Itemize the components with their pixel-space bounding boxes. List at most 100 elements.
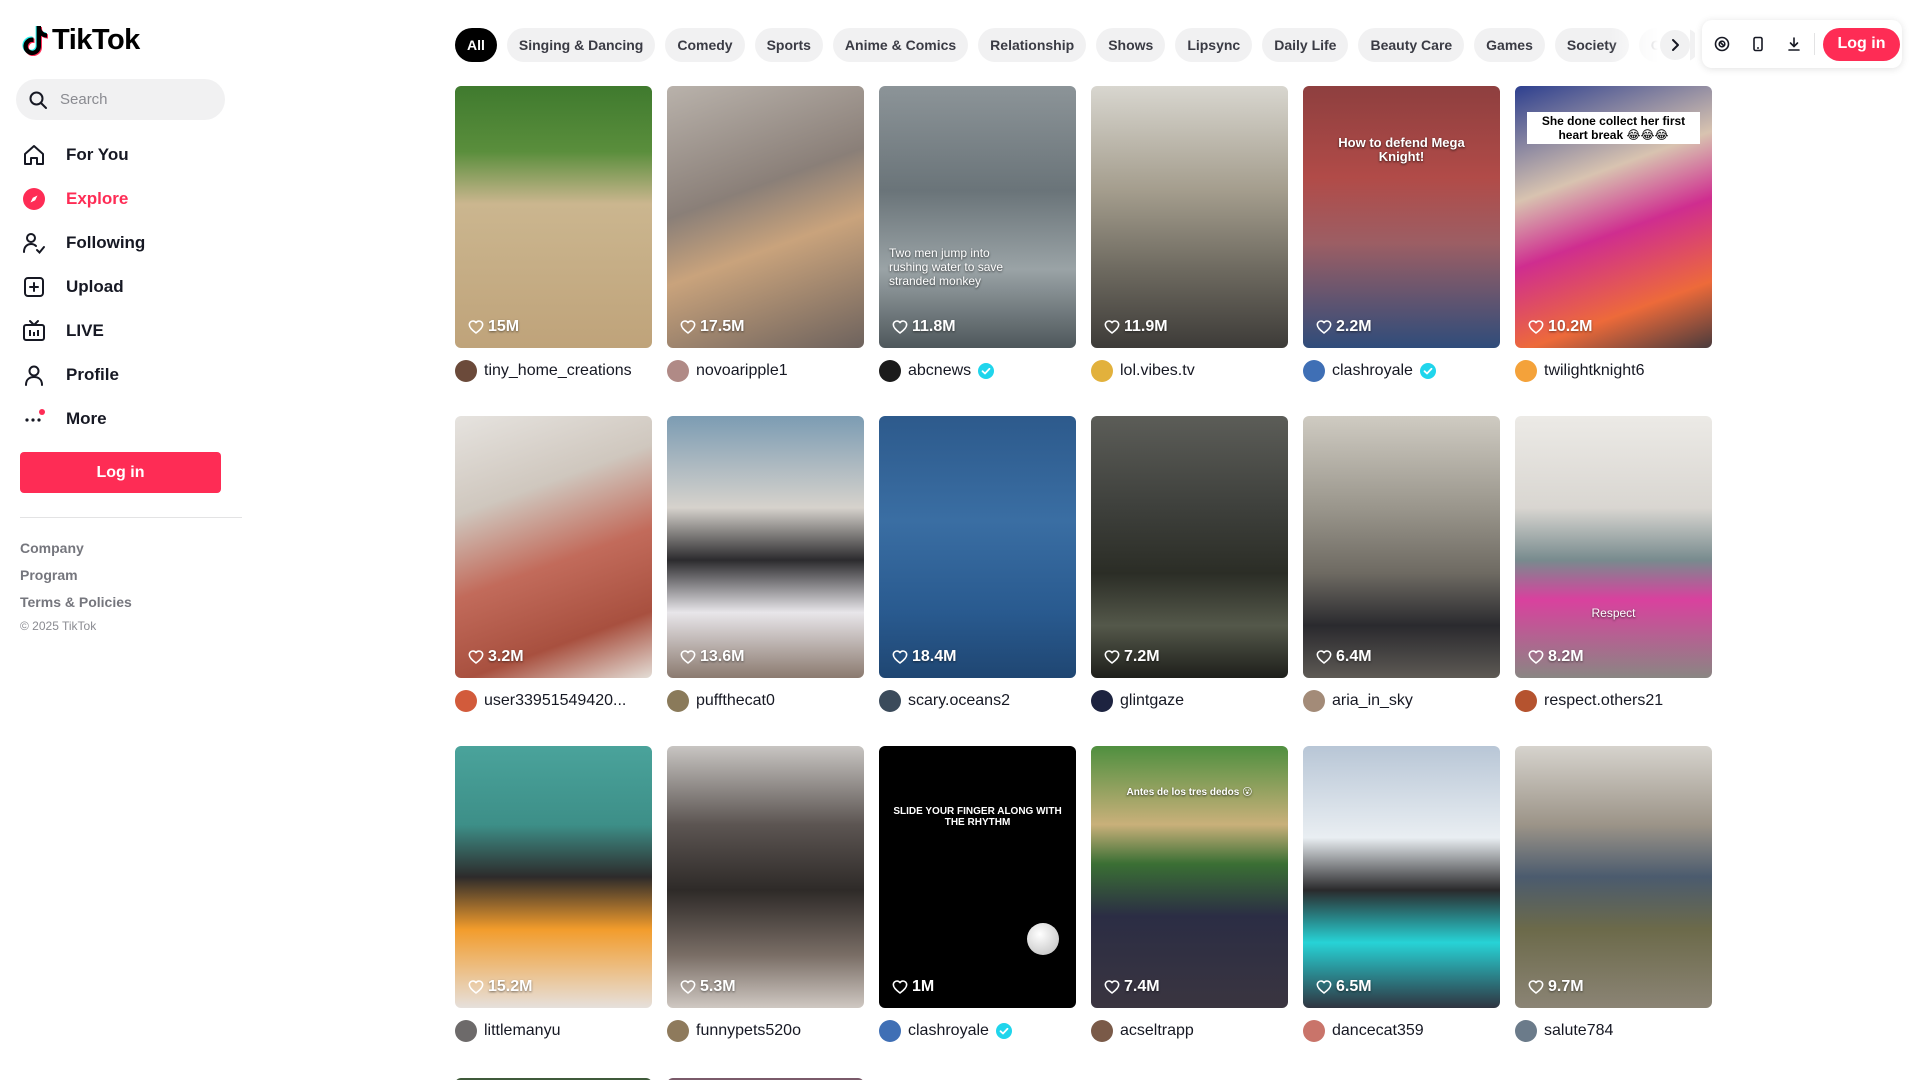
video-author[interactable]: salute784 (1515, 1020, 1712, 1042)
nav-profile[interactable]: Profile (20, 353, 225, 397)
nav-for-you[interactable]: For You (20, 133, 225, 177)
avatar[interactable] (455, 690, 477, 712)
author-name[interactable]: acseltrapp (1120, 1022, 1194, 1040)
author-name[interactable]: puffthecat0 (696, 692, 775, 710)
category-chip[interactable]: Relationship (978, 28, 1087, 62)
avatar[interactable] (667, 1020, 689, 1042)
video-thumbnail[interactable]: 15M (455, 86, 652, 348)
tiktok-logo[interactable]: TikTok (22, 24, 140, 57)
video-author[interactable]: scary.oceans2 (879, 690, 1076, 712)
category-chip[interactable]: All (455, 28, 497, 62)
nav-following[interactable]: Following (20, 221, 225, 265)
download-button[interactable] (1778, 28, 1810, 60)
author-name[interactable]: dancecat359 (1332, 1022, 1424, 1040)
video-thumbnail[interactable]: Respect 8.2M (1515, 416, 1712, 678)
author-name[interactable]: scary.oceans2 (908, 692, 1010, 710)
category-chip[interactable]: Anime & Comics (832, 28, 969, 62)
video-author[interactable]: tiny_home_creations (455, 360, 652, 382)
app-button[interactable] (1742, 28, 1774, 60)
video-thumbnail[interactable]: 15.2M (455, 746, 652, 1008)
avatar[interactable] (1303, 360, 1325, 382)
footer-link-program[interactable]: Program (20, 561, 132, 588)
avatar[interactable] (879, 690, 901, 712)
coins-button[interactable] (1706, 28, 1738, 60)
footer-link-company[interactable]: Company (20, 534, 132, 561)
category-chip[interactable]: Beauty Care (1358, 28, 1465, 62)
video-thumbnail[interactable]: 9.7M (1515, 746, 1712, 1008)
video-author[interactable]: dancecat359 (1303, 1020, 1500, 1042)
author-name[interactable]: clashroyale (1332, 362, 1413, 380)
video-thumbnail[interactable]: 6.5M (1303, 746, 1500, 1008)
avatar[interactable] (1091, 1020, 1113, 1042)
avatar[interactable] (667, 690, 689, 712)
category-chip[interactable]: Daily Life (1262, 28, 1349, 62)
video-thumbnail[interactable]: She done collect her first heart break 😂… (1515, 86, 1712, 348)
category-chip[interactable]: Singing & Dancing (506, 28, 656, 62)
avatar[interactable] (667, 360, 689, 382)
video-thumbnail[interactable]: 3.2M (455, 416, 652, 678)
nav-live[interactable]: LIVE (20, 309, 225, 353)
video-card[interactable]: 18.4M scary.oceans2 (879, 416, 1076, 746)
video-author[interactable]: novoaripple1 (667, 360, 864, 382)
video-author[interactable]: littlemanyu (455, 1020, 652, 1042)
author-name[interactable]: novoaripple1 (696, 362, 788, 380)
video-author[interactable]: glintgaze (1091, 690, 1288, 712)
search-input[interactable] (60, 91, 210, 108)
avatar[interactable] (1091, 690, 1113, 712)
author-name[interactable]: glintgaze (1120, 692, 1184, 710)
video-card[interactable]: Two men jump into rushing water to save … (879, 86, 1076, 416)
video-thumbnail[interactable]: SLIDE YOUR FINGER ALONG WITH THE RHYTHM 1… (879, 746, 1076, 1008)
video-card[interactable]: 5.3M funnypets520o (667, 746, 864, 1076)
video-author[interactable]: aria_in_sky (1303, 690, 1500, 712)
avatar[interactable] (1515, 360, 1537, 382)
nav-explore[interactable]: Explore (20, 177, 225, 221)
video-card[interactable]: How to defend Mega Knight! 2.2M clashroyal… (1303, 86, 1500, 416)
video-thumbnail[interactable]: 5.3M (667, 746, 864, 1008)
video-card[interactable]: 13.6M puffthecat0 (667, 416, 864, 746)
video-thumbnail[interactable]: 7.2M (1091, 416, 1288, 678)
author-name[interactable]: respect.others21 (1544, 692, 1663, 710)
video-author[interactable]: user33951549420... (455, 690, 652, 712)
author-name[interactable]: salute784 (1544, 1022, 1613, 1040)
category-chip[interactable]: Lipsync (1175, 28, 1253, 62)
video-card[interactable]: She done collect her first heart break 😂… (1515, 86, 1712, 416)
video-thumbnail[interactable]: 18.4M (879, 416, 1076, 678)
author-name[interactable]: lol.vibes.tv (1120, 362, 1195, 380)
video-author[interactable]: twilightknight6 (1515, 360, 1712, 382)
avatar[interactable] (879, 1020, 901, 1042)
avatar[interactable] (1303, 1020, 1325, 1042)
video-card[interactable]: Respect 8.2M respect.others21 (1515, 416, 1712, 746)
avatar[interactable] (1515, 690, 1537, 712)
sidebar-login-button[interactable]: Log in (20, 452, 221, 493)
category-chip[interactable]: Shows (1096, 28, 1166, 62)
author-name[interactable]: twilightknight6 (1544, 362, 1645, 380)
header-login-button[interactable]: Log in (1823, 27, 1900, 61)
video-thumbnail[interactable]: 6.4M (1303, 416, 1500, 678)
category-chip[interactable]: Sports (754, 28, 823, 62)
video-author[interactable]: lol.vibes.tv (1091, 360, 1288, 382)
video-card[interactable]: 7.2M glintgaze (1091, 416, 1288, 746)
video-card[interactable]: 17.5M novoaripple1 (667, 86, 864, 416)
video-thumbnail[interactable]: 17.5M (667, 86, 864, 348)
footer-link-terms[interactable]: Terms & Policies (20, 588, 132, 615)
video-thumbnail[interactable]: Antes de los tres dedos 😮 7.4M (1091, 746, 1288, 1008)
video-thumbnail[interactable]: 13.6M (667, 416, 864, 678)
search-bar[interactable] (16, 79, 225, 120)
avatar[interactable] (879, 360, 901, 382)
author-name[interactable]: abcnews (908, 362, 971, 380)
video-card[interactable]: 6.5M dancecat359 (1303, 746, 1500, 1076)
video-card[interactable]: 15M tiny_home_creations (455, 86, 652, 416)
author-name[interactable]: user33951549420... (484, 692, 626, 710)
video-author[interactable]: clashroyale (879, 1020, 1076, 1042)
category-chip[interactable]: Comedy (665, 28, 745, 62)
video-author[interactable]: funnypets520o (667, 1020, 864, 1042)
avatar[interactable] (1091, 360, 1113, 382)
avatar[interactable] (1303, 690, 1325, 712)
category-next-button[interactable] (1660, 30, 1690, 60)
video-card[interactable]: Antes de los tres dedos 😮 7.4M acseltrapp (1091, 746, 1288, 1076)
author-name[interactable]: clashroyale (908, 1022, 989, 1040)
video-card[interactable]: 3.2M user33951549420... (455, 416, 652, 746)
video-author[interactable]: puffthecat0 (667, 690, 864, 712)
author-name[interactable]: littlemanyu (484, 1022, 560, 1040)
video-thumbnail[interactable]: 11.9M (1091, 86, 1288, 348)
